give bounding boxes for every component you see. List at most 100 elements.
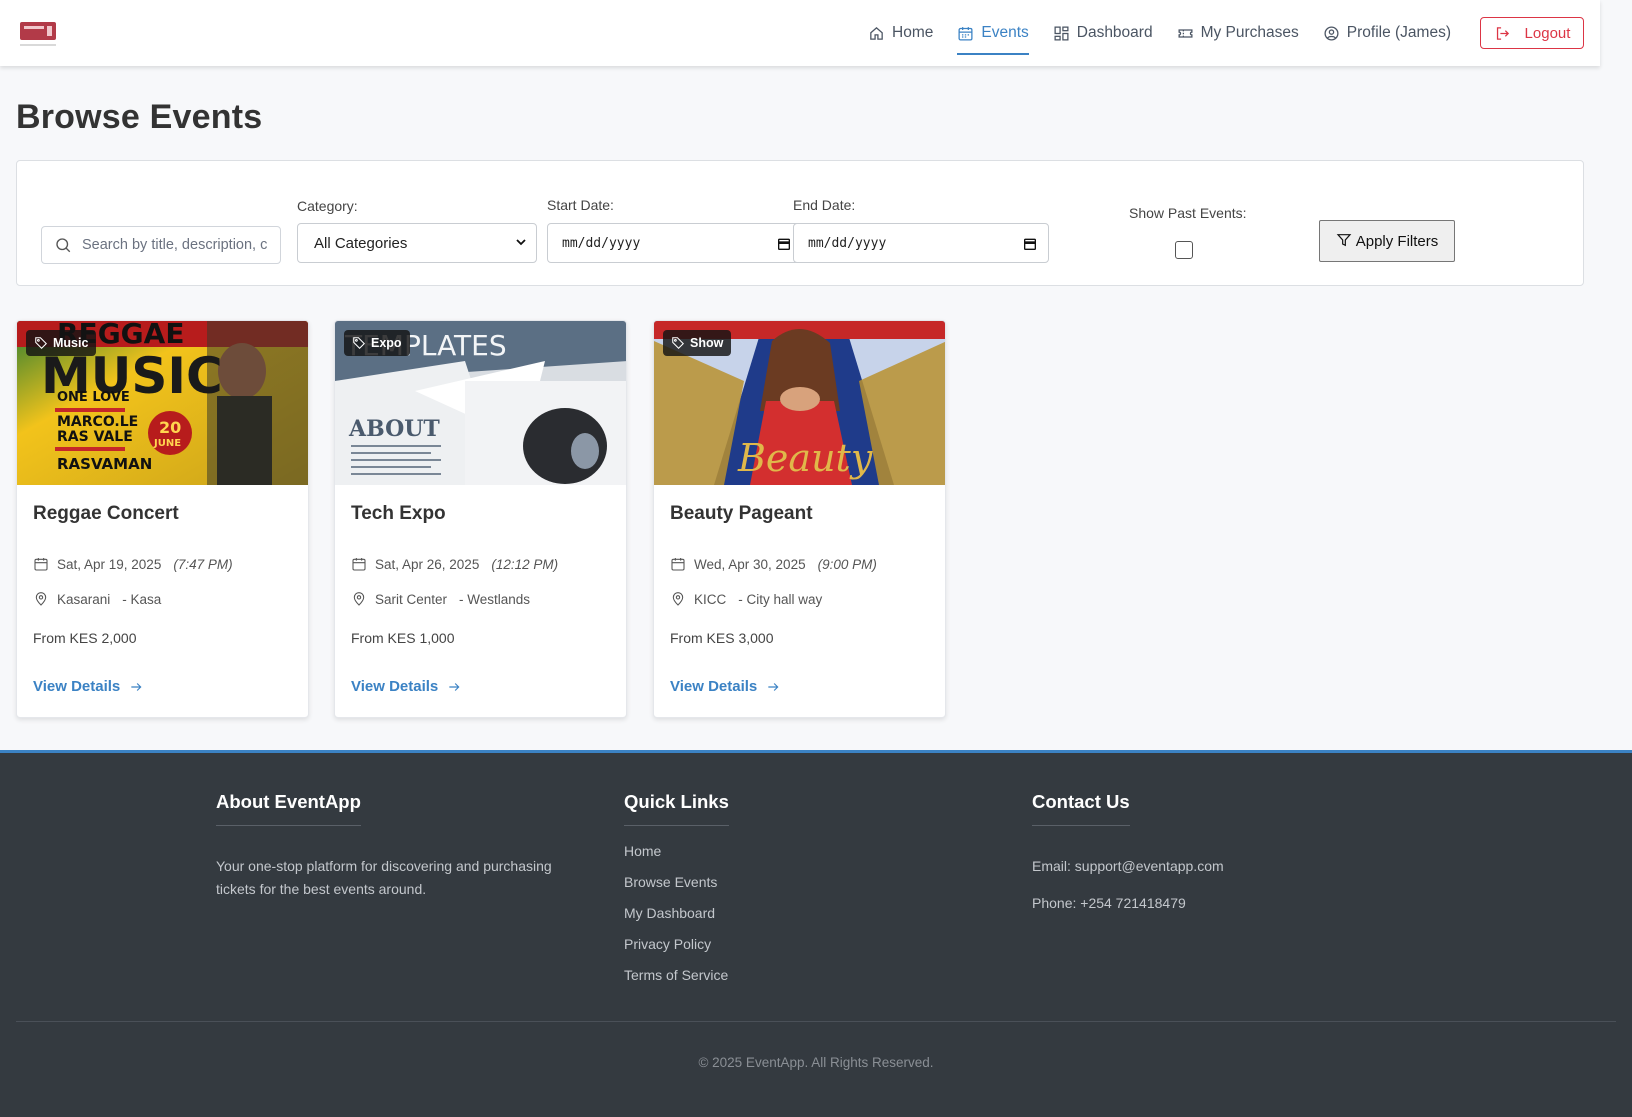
view-details-link[interactable]: View Details (670, 678, 780, 695)
event-price: From KES 3,000 (670, 630, 774, 646)
footer-about-text-line2: tickets for the best events around. (216, 881, 427, 897)
calendar-icon (958, 26, 973, 41)
arrow-right-icon (131, 682, 142, 691)
end-date-input[interactable]: mm/dd/yyyy (793, 223, 1049, 263)
event-title[interactable]: Tech Expo (351, 503, 446, 525)
nav-dashboard[interactable]: Dashboard (1053, 0, 1153, 66)
map-pin-icon (672, 592, 684, 606)
calendar-picker-icon[interactable] (1022, 236, 1038, 252)
home-icon (870, 26, 883, 40)
nav-profile-label: Profile (James) (1346, 24, 1451, 41)
top-navbar: Home Events Dashboard My Purchases Profi… (0, 0, 1600, 66)
event-title[interactable]: Reggae Concert (33, 503, 179, 525)
poster-text: JUNE (153, 438, 181, 449)
event-card[interactable]: REGGAE MUSIC ONE LOVE MARCO.LE RAS VALE … (16, 320, 309, 718)
event-time: (7:47 PM) (173, 556, 233, 572)
event-card[interactable]: TEMPLATES ABOUT Expo Tech Expo Sat, Apr … (334, 320, 627, 718)
event-venue: KICC (694, 591, 727, 607)
search-field[interactable] (41, 226, 281, 264)
start-date-input[interactable]: mm/dd/yyyy (547, 223, 803, 263)
event-image[interactable]: Beauty Show (654, 321, 945, 485)
event-date-row: Sat, Apr 19, 2025 (7:47 PM) (33, 556, 233, 572)
search-icon (56, 238, 71, 253)
footer-quick-links-title: Quick Links (624, 791, 729, 826)
category-badge-label: Expo (371, 336, 402, 350)
start-date-label: Start Date: (547, 197, 614, 213)
category-badge: Expo (344, 330, 410, 356)
event-image[interactable]: REGGAE MUSIC ONE LOVE MARCO.LE RAS VALE … (17, 321, 308, 485)
map-pin-icon (35, 592, 47, 606)
view-details-label: View Details (33, 678, 121, 695)
chevron-down-icon (516, 239, 526, 246)
footer-link-home[interactable]: Home (624, 843, 661, 859)
event-card[interactable]: Beauty Show Beauty Pageant Wed, Apr 30, … (653, 320, 946, 718)
event-area: - City hall way (738, 591, 823, 607)
event-title[interactable]: Beauty Pageant (670, 503, 813, 525)
category-badge-label: Music (53, 336, 89, 350)
category-badge: Music (26, 330, 97, 356)
nav-profile[interactable]: Profile (James) (1323, 0, 1451, 66)
event-area: - Westlands (459, 591, 531, 607)
poster-text: 20 (159, 418, 181, 437)
search-input[interactable] (82, 237, 272, 253)
nav-my-purchases-label: My Purchases (1200, 24, 1299, 41)
footer-contact-title: Contact Us (1032, 791, 1130, 826)
logout-label: Logout (1524, 24, 1571, 42)
footer-link-browse-events[interactable]: Browse Events (624, 874, 717, 890)
event-date: Wed, Apr 30, 2025 (694, 556, 806, 572)
poster-text: RAS VALE (57, 429, 133, 445)
arrow-right-icon (449, 682, 460, 691)
nav-my-purchases[interactable]: My Purchases (1177, 0, 1299, 66)
poster-text: ONE LOVE (57, 390, 130, 405)
event-location-row: Kasarani - Kasa (33, 591, 161, 607)
site-footer: About EventApp Your one-stop platform fo… (0, 750, 1632, 1117)
event-area: - Kasa (122, 591, 162, 607)
nav-home-label: Home (892, 24, 934, 41)
poster-text: Beauty (737, 436, 873, 480)
poster-text: MARCO.LE (57, 414, 138, 430)
logout-button[interactable]: Logout (1480, 17, 1584, 49)
apply-filters-button[interactable]: Apply Filters (1319, 220, 1455, 262)
page-title: Browse Events (16, 98, 263, 136)
user-circle-icon (1324, 25, 1339, 41)
footer-link-my-dashboard[interactable]: My Dashboard (624, 905, 715, 921)
event-price: From KES 1,000 (351, 630, 455, 646)
footer-link-terms-of-service[interactable]: Terms of Service (624, 967, 728, 983)
nav-home[interactable]: Home (868, 0, 933, 66)
category-select[interactable]: All Categories (297, 223, 537, 263)
footer-about-title: About EventApp (216, 791, 361, 826)
calendar-icon (34, 558, 48, 571)
calendar-picker-icon[interactable] (776, 236, 792, 252)
calendar-icon (352, 558, 366, 571)
event-venue: Sarit Center (375, 591, 448, 607)
ticket-icon (1178, 28, 1193, 38)
event-date: Sat, Apr 19, 2025 (57, 556, 162, 572)
view-details-link[interactable]: View Details (33, 678, 143, 695)
show-past-events-checkbox[interactable] (1175, 241, 1193, 259)
event-time: (12:12 PM) (491, 556, 559, 572)
category-select-value: All Categories (314, 234, 408, 252)
event-location-row: KICC - City hall way (670, 591, 822, 607)
calendar-icon (671, 558, 685, 571)
nav-events[interactable]: Events (957, 0, 1030, 66)
view-details-link[interactable]: View Details (351, 678, 461, 695)
event-date: Sat, Apr 26, 2025 (375, 556, 480, 572)
event-image[interactable]: TEMPLATES ABOUT Expo (335, 321, 626, 485)
event-venue: Kasarani (57, 591, 111, 607)
category-badge-label: Show (690, 336, 724, 350)
filter-panel: Category: All Categories Start Date: mm/… (16, 160, 1584, 286)
footer-link-privacy-policy[interactable]: Privacy Policy (624, 936, 711, 952)
event-date-row: Wed, Apr 30, 2025 (9:00 PM) (670, 556, 877, 572)
nav-dashboard-label: Dashboard (1076, 24, 1153, 41)
app-logo[interactable] (20, 22, 56, 48)
end-date-label: End Date: (793, 197, 856, 213)
apply-filters-label: Apply Filters (1355, 232, 1439, 250)
map-pin-icon (353, 592, 365, 606)
view-details-label: View Details (670, 678, 758, 695)
category-badge: Show (663, 330, 732, 356)
dashboard-icon (1054, 25, 1069, 41)
logout-icon (1496, 26, 1509, 40)
poster-text: ABOUT (348, 416, 440, 442)
arrow-right-icon (768, 682, 779, 691)
event-location-row: Sarit Center - Westlands (351, 591, 530, 607)
